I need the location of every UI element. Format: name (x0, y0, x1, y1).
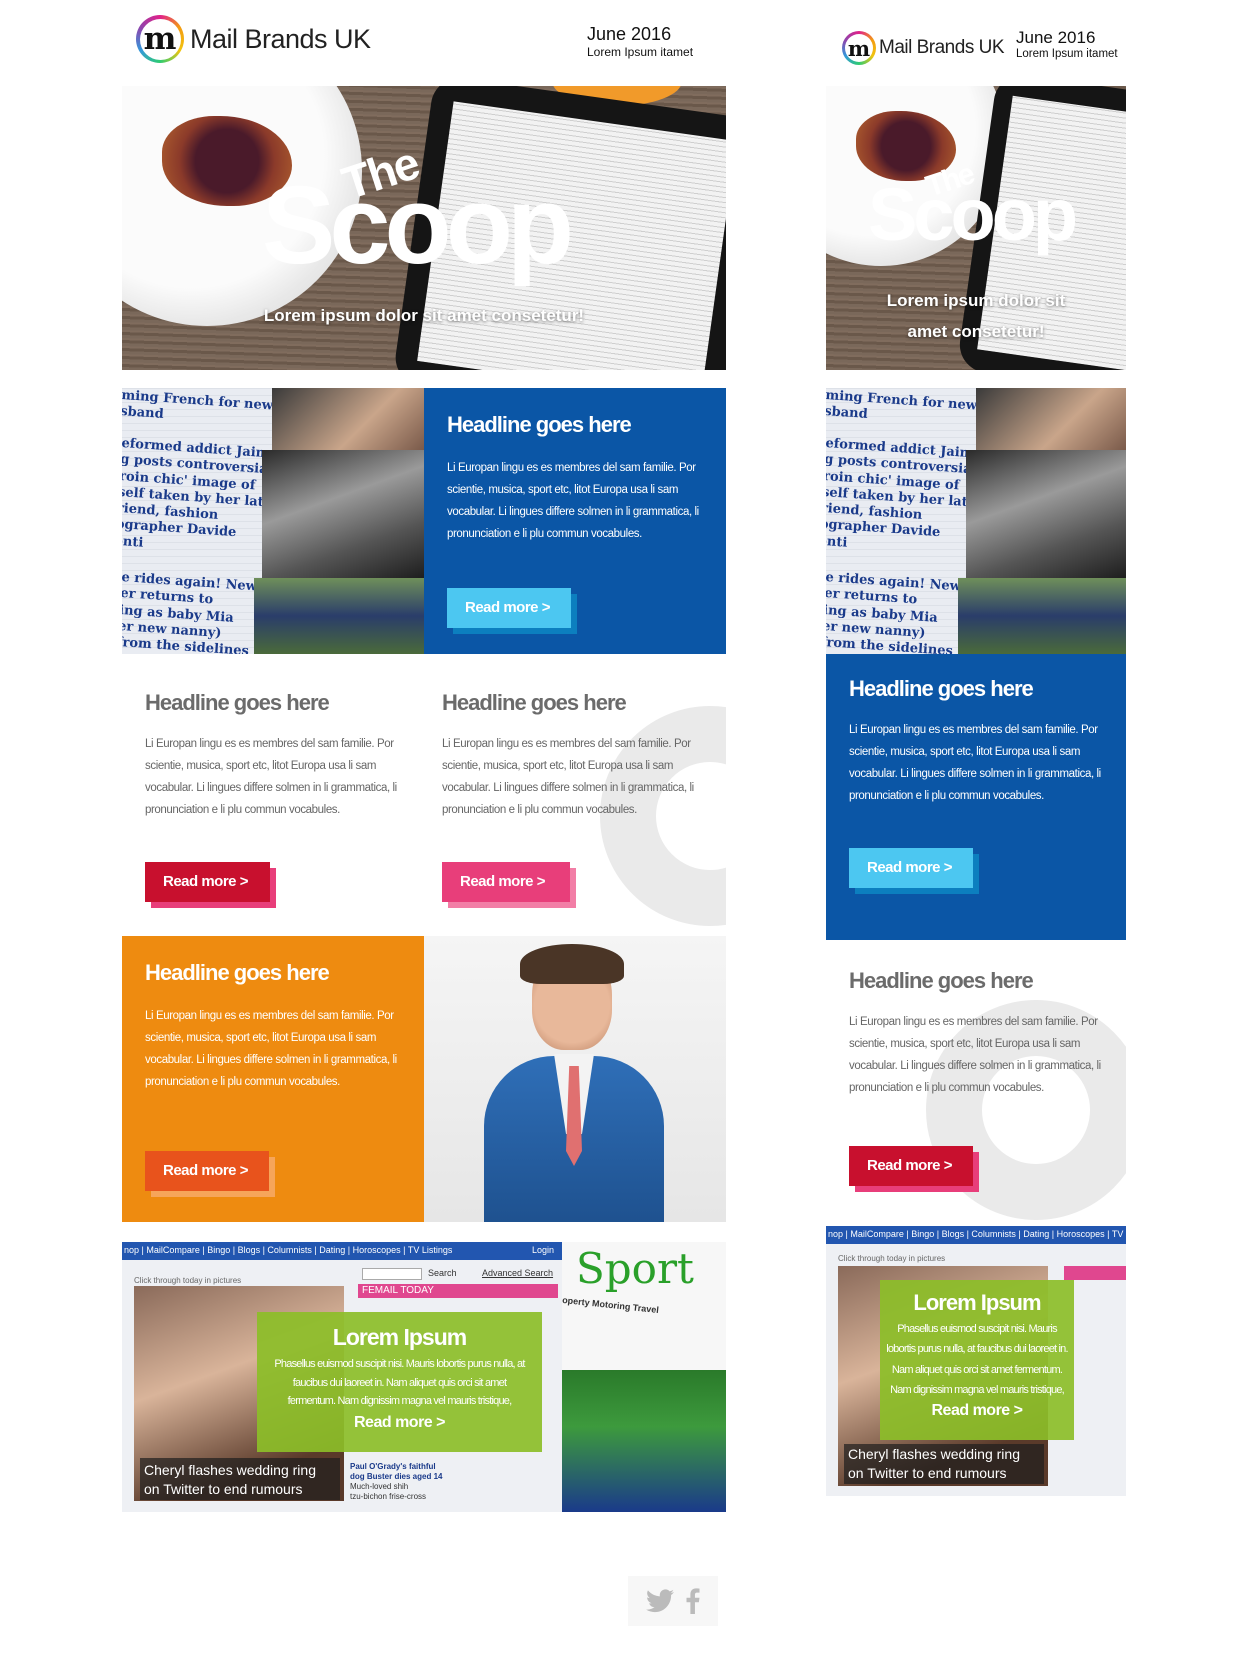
mobile-hero-subtitle: Lorem ipsum dolor sit amet consetetur! (886, 291, 1066, 341)
site-advanced-search: Advanced Search (482, 1268, 554, 1278)
article-left-read-more-button[interactable]: Read more > (145, 862, 270, 902)
equestrian-photo (254, 578, 424, 654)
site-search: Search (428, 1268, 457, 1278)
brand-name: Mail Brands UK (190, 23, 371, 54)
mobile-article: Headline goes here Li Europan lingu es e… (826, 940, 1126, 1226)
hero-subtitle: Lorem ipsum dolor sit amet consetetur! (263, 306, 585, 325)
man-photo (262, 450, 424, 578)
mobile-issue-tagline: Lorem Ipsum itamet (1016, 48, 1118, 60)
mobile-featured-body: Li Europan lingu es es membres del sam f… (849, 724, 1101, 802)
mobile-brand-logo[interactable]: m Mail Brands UK (842, 31, 1005, 65)
featured-read-more-button[interactable]: Read more > (447, 588, 571, 628)
orange-feature-row: Headline goes here Li Europan lingu es e… (122, 936, 726, 1222)
article-right-headline: Headline goes here (442, 690, 627, 715)
orange-headline: Headline goes here (145, 960, 330, 985)
mobile-article-headline: Headline goes here (849, 968, 1034, 993)
mobile-featured-read-more-button[interactable]: Read more > (849, 848, 973, 888)
desktop-header: m Mail Brands UK June 2016 Lorem Ipsum i… (122, 0, 726, 86)
orange-body: Li Europan lingu es es membres del sam f… (145, 1010, 397, 1088)
feature-row: ming French for new sband eformed addict… (122, 388, 726, 654)
mobile-issue-info: June 2016 Lorem Ipsum itamet (1016, 28, 1118, 60)
mobile-featured-article: Headline goes here Li Europan lingu es e… (826, 654, 1126, 940)
social-links (628, 1576, 718, 1626)
website-promo: nop | MailCompare | Bingo | Blogs | Colu… (122, 1242, 726, 1512)
site-login: Login (532, 1245, 555, 1255)
site-femail: FEMAIL TODAY (362, 1285, 434, 1296)
mobile-article-read-more-button[interactable]: Read more > (849, 1146, 973, 1186)
facebook-icon[interactable] (686, 1588, 700, 1614)
brand-logo[interactable]: m Mail Brands UK (136, 15, 371, 63)
two-column-articles: Headline goes here Li Europan lingu es e… (122, 654, 726, 936)
orange-article: Headline goes here Li Europan lingu es e… (122, 936, 424, 1222)
mobile-issue-date: June 2016 (1016, 28, 1096, 47)
mobile-promo-box[interactable]: Lorem Ipsum Phasellus euismod suscipit n… (880, 1280, 1074, 1440)
issue-tagline: Lorem Ipsum itamet (587, 45, 694, 59)
site-nav-links: nop | MailCompare | Bingo | Blogs | Colu… (124, 1245, 453, 1255)
site-sport-nav: operty Motoring Travel (561, 1294, 660, 1316)
desktop-email: m Mail Brands UK June 2016 Lorem Ipsum i… (122, 0, 726, 1626)
site-sport: Sport (576, 1244, 694, 1293)
mobile-brand-name: Mail Brands UK (879, 37, 1005, 58)
orange-read-more-button[interactable]: Read more > (145, 1151, 269, 1191)
promo-title: Lorem Ipsum (332, 1324, 467, 1350)
mobile-hero-title: Scoop (868, 173, 1078, 256)
mobile-article-body: Li Europan lingu es es membres del sam f… (849, 1016, 1101, 1094)
site-caption-1: Cheryl flashes wedding ring (144, 1462, 316, 1478)
twitter-icon[interactable] (646, 1589, 674, 1613)
issue-info: June 2016 Lorem Ipsum itamet (587, 24, 693, 59)
businessman-portrait (424, 936, 726, 1222)
football-photo (562, 1370, 726, 1512)
mobile-hero-banner[interactable]: The Scoop Lorem ipsum dolor sit amet con… (826, 86, 1126, 370)
article-right-body: Li Europan lingu es es membres del sam f… (442, 738, 694, 816)
mobile-header: m Mail Brands UK June 2016 Lorem Ipsum i… (826, 0, 1126, 86)
issue-date: June 2016 (587, 24, 672, 44)
mobile-brand-logo-icon: m (842, 31, 876, 65)
site-caption-2: on Twitter to end rumours (144, 1481, 303, 1497)
mobile-email: m Mail Brands UK June 2016 Lorem Ipsum i… (826, 0, 1126, 1496)
mobile-featured-headline: Headline goes here (849, 676, 1034, 701)
featured-body: Li Europan lingu es es membres del sam f… (447, 462, 699, 540)
mobile-promo-body: Phasellus euismod suscipit nisi. Mauris … (886, 1323, 1068, 1397)
mobile-promo-title: Lorem Ipsum (913, 1290, 1041, 1315)
sport-page: Sport operty Motoring Travel (562, 1242, 726, 1512)
newspaper-collage: ming French for new sband eformed addict… (122, 388, 424, 654)
collage-snippet-3: e rides again! New er returns to ing as … (122, 570, 258, 654)
site-click-through: Click through today in pictures (134, 1276, 242, 1285)
promo-body: Phasellus euismod suscipit nisi. Mauris … (274, 1358, 525, 1408)
woman-photo (272, 388, 424, 450)
article-right-read-more-button[interactable]: Read more > (442, 862, 570, 902)
site-news: Paul O'Grady's faithful dog Buster dies … (350, 1462, 443, 1501)
mobile-promo-read-more-link[interactable]: Read more > (880, 1402, 1074, 1420)
featured-article: Headline goes here Li Europan lingu es e… (424, 388, 726, 654)
collage-snippet-2: eformed addict Jaime g posts controversi… (122, 436, 279, 551)
mobile-website-promo: nop | MailCompare | Bingo | Blogs | Colu… (826, 1226, 1126, 1496)
promo-read-more-link[interactable]: Read more > (257, 1414, 542, 1432)
hero-title: Scoop (262, 164, 574, 287)
hero-banner[interactable]: The Scoop Lorem ipsum dolor sit amet con… (122, 86, 726, 370)
article-left-body: Li Europan lingu es es membres del sam f… (145, 738, 397, 816)
article-left-headline: Headline goes here (145, 690, 330, 715)
featured-headline: Headline goes here (447, 412, 632, 437)
mobile-newspaper-collage: ming French for new sband eformed addict… (826, 388, 1126, 654)
brand-logo-icon: m (136, 15, 184, 63)
promo-box[interactable]: Lorem Ipsum Phasellus euismod suscipit n… (257, 1312, 542, 1452)
